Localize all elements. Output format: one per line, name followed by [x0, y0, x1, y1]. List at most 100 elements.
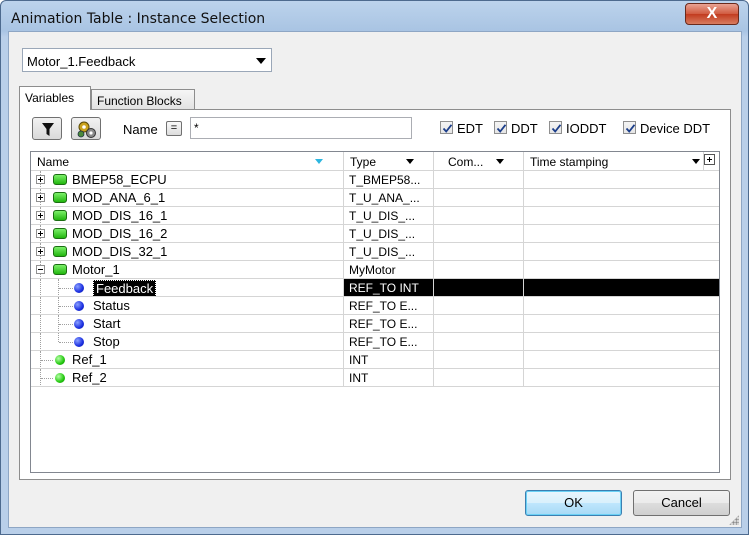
comment-cell[interactable]	[434, 225, 524, 242]
cancel-button[interactable]: Cancel	[633, 490, 730, 516]
type-cell[interactable]: REF_TO INT	[344, 279, 434, 296]
collapse-icon[interactable]	[36, 265, 45, 274]
table-row[interactable]: MOD_DIS_16_2 T_U_DIS_...	[31, 225, 719, 243]
name-cell[interactable]: MOD_DIS_32_1	[31, 243, 344, 260]
name-operator-button[interactable]: =	[166, 121, 182, 136]
time-stamping-cell[interactable]	[524, 279, 719, 296]
expand-icon[interactable]	[36, 175, 45, 184]
variable-name: Ref_2	[72, 370, 107, 385]
chevron-down-icon[interactable]	[256, 58, 266, 64]
variable-name: Ref_1	[72, 352, 107, 367]
name-cell[interactable]: Start	[31, 315, 344, 332]
checkbox-box[interactable]	[494, 121, 507, 134]
comment-cell[interactable]	[434, 207, 524, 224]
time-stamping-cell[interactable]	[524, 207, 719, 224]
comment-cell[interactable]	[434, 171, 524, 188]
time-stamping-cell[interactable]	[524, 189, 719, 206]
type-cell[interactable]: MyMotor	[344, 261, 434, 278]
time-stamping-cell[interactable]	[524, 351, 719, 368]
time-stamping-cell[interactable]	[524, 333, 719, 350]
tab-function-blocks[interactable]: Function Blocks	[91, 89, 195, 111]
column-header-comment[interactable]: Com...	[434, 152, 524, 171]
comment-cell[interactable]	[434, 261, 524, 278]
variable-name: Motor_1	[72, 262, 120, 277]
name-cell[interactable]: MOD_DIS_16_1	[31, 207, 344, 224]
comment-cell[interactable]	[434, 297, 524, 314]
expand-icon[interactable]	[36, 211, 45, 220]
table-row[interactable]: Ref_1 INT	[31, 351, 719, 369]
type-cell[interactable]: T_U_ANA_...	[344, 189, 434, 206]
table-row[interactable]: MOD_ANA_6_1 T_U_ANA_...	[31, 189, 719, 207]
name-cell[interactable]: Ref_1	[31, 351, 344, 368]
close-button[interactable]: X	[685, 3, 739, 25]
comment-cell[interactable]	[434, 315, 524, 332]
variables-panel: Name = EDT DDT IODDT Device DDT	[19, 109, 731, 480]
variable-name: MOD_DIS_16_2	[72, 226, 168, 241]
ok-button[interactable]: OK	[525, 490, 622, 516]
table-row[interactable]: Start REF_TO E...	[31, 315, 719, 333]
time-stamping-cell[interactable]	[524, 297, 719, 314]
comment-cell[interactable]	[434, 369, 524, 386]
tab-variables[interactable]: Variables	[19, 86, 91, 110]
type-cell[interactable]: REF_TO E...	[344, 333, 434, 350]
name-cell[interactable]: Feedback	[31, 279, 344, 296]
instance-combo-value: Motor_1.Feedback	[27, 54, 136, 69]
table-row[interactable]: BMEP58_ECPU T_BMEP58...	[31, 171, 719, 189]
variable-name: Status	[93, 298, 130, 313]
name-cell[interactable]: MOD_ANA_6_1	[31, 189, 344, 206]
column-menu-icon[interactable]	[496, 159, 504, 164]
column-header-type[interactable]: Type	[344, 152, 434, 171]
type-cell[interactable]: INT	[344, 369, 434, 386]
expand-icon[interactable]	[36, 193, 45, 202]
table-row[interactable]: MOD_DIS_16_1 T_U_DIS_...	[31, 207, 719, 225]
checkbox-box[interactable]	[549, 121, 562, 134]
column-header-name[interactable]: Name	[31, 152, 344, 171]
type-cell[interactable]: INT	[344, 351, 434, 368]
table-row[interactable]: MOD_DIS_32_1 T_U_DIS_...	[31, 243, 719, 261]
comment-cell[interactable]	[434, 279, 524, 296]
table-row[interactable]: Stop REF_TO E...	[31, 333, 719, 351]
type-cell[interactable]: REF_TO E...	[344, 315, 434, 332]
instance-combo[interactable]: Motor_1.Feedback	[22, 48, 272, 72]
comment-cell[interactable]	[434, 351, 524, 368]
type-cell[interactable]: T_U_DIS_...	[344, 207, 434, 224]
type-cell[interactable]: T_BMEP58...	[344, 171, 434, 188]
name-cell[interactable]: Ref_2	[31, 369, 344, 386]
table-row[interactable]: Motor_1 MyMotor	[31, 261, 719, 279]
type-cell[interactable]: REF_TO E...	[344, 297, 434, 314]
table-row[interactable]: Ref_2 INT	[31, 369, 719, 387]
column-menu-icon[interactable]	[692, 159, 700, 164]
expand-icon[interactable]	[36, 247, 45, 256]
time-stamping-cell[interactable]	[524, 225, 719, 242]
table-row[interactable]: Feedback REF_TO INT	[31, 279, 719, 297]
tree-line	[41, 378, 53, 379]
time-stamping-cell[interactable]	[524, 261, 719, 278]
filter-button[interactable]	[32, 117, 62, 140]
column-menu-icon[interactable]	[406, 159, 414, 164]
table-row[interactable]: Status REF_TO E...	[31, 297, 719, 315]
type-cell[interactable]: T_U_DIS_...	[344, 225, 434, 242]
time-stamping-cell[interactable]	[524, 171, 719, 188]
resize-grip[interactable]	[729, 515, 739, 525]
column-header-time-stamping[interactable]: Time stamping	[524, 152, 704, 171]
variable-type-button[interactable]	[71, 117, 101, 140]
comment-cell[interactable]	[434, 243, 524, 260]
add-column-button[interactable]	[704, 154, 715, 165]
checkbox-box[interactable]	[440, 121, 453, 134]
name-cell[interactable]: Motor_1	[31, 261, 344, 278]
name-cell[interactable]: MOD_DIS_16_2	[31, 225, 344, 242]
ddt-green-icon	[53, 192, 67, 203]
time-stamping-cell[interactable]	[524, 243, 719, 260]
name-cell[interactable]: Status	[31, 297, 344, 314]
name-cell[interactable]: Stop	[31, 333, 344, 350]
comment-cell[interactable]	[434, 333, 524, 350]
comment-cell[interactable]	[434, 189, 524, 206]
time-stamping-cell[interactable]	[524, 369, 719, 386]
ddt-green-icon	[53, 174, 67, 185]
checkbox-box[interactable]	[623, 121, 636, 134]
expand-icon[interactable]	[36, 229, 45, 238]
type-cell[interactable]: T_U_DIS_...	[344, 243, 434, 260]
name-filter-input[interactable]	[190, 117, 412, 139]
name-cell[interactable]: BMEP58_ECPU	[31, 171, 344, 188]
time-stamping-cell[interactable]	[524, 315, 719, 332]
